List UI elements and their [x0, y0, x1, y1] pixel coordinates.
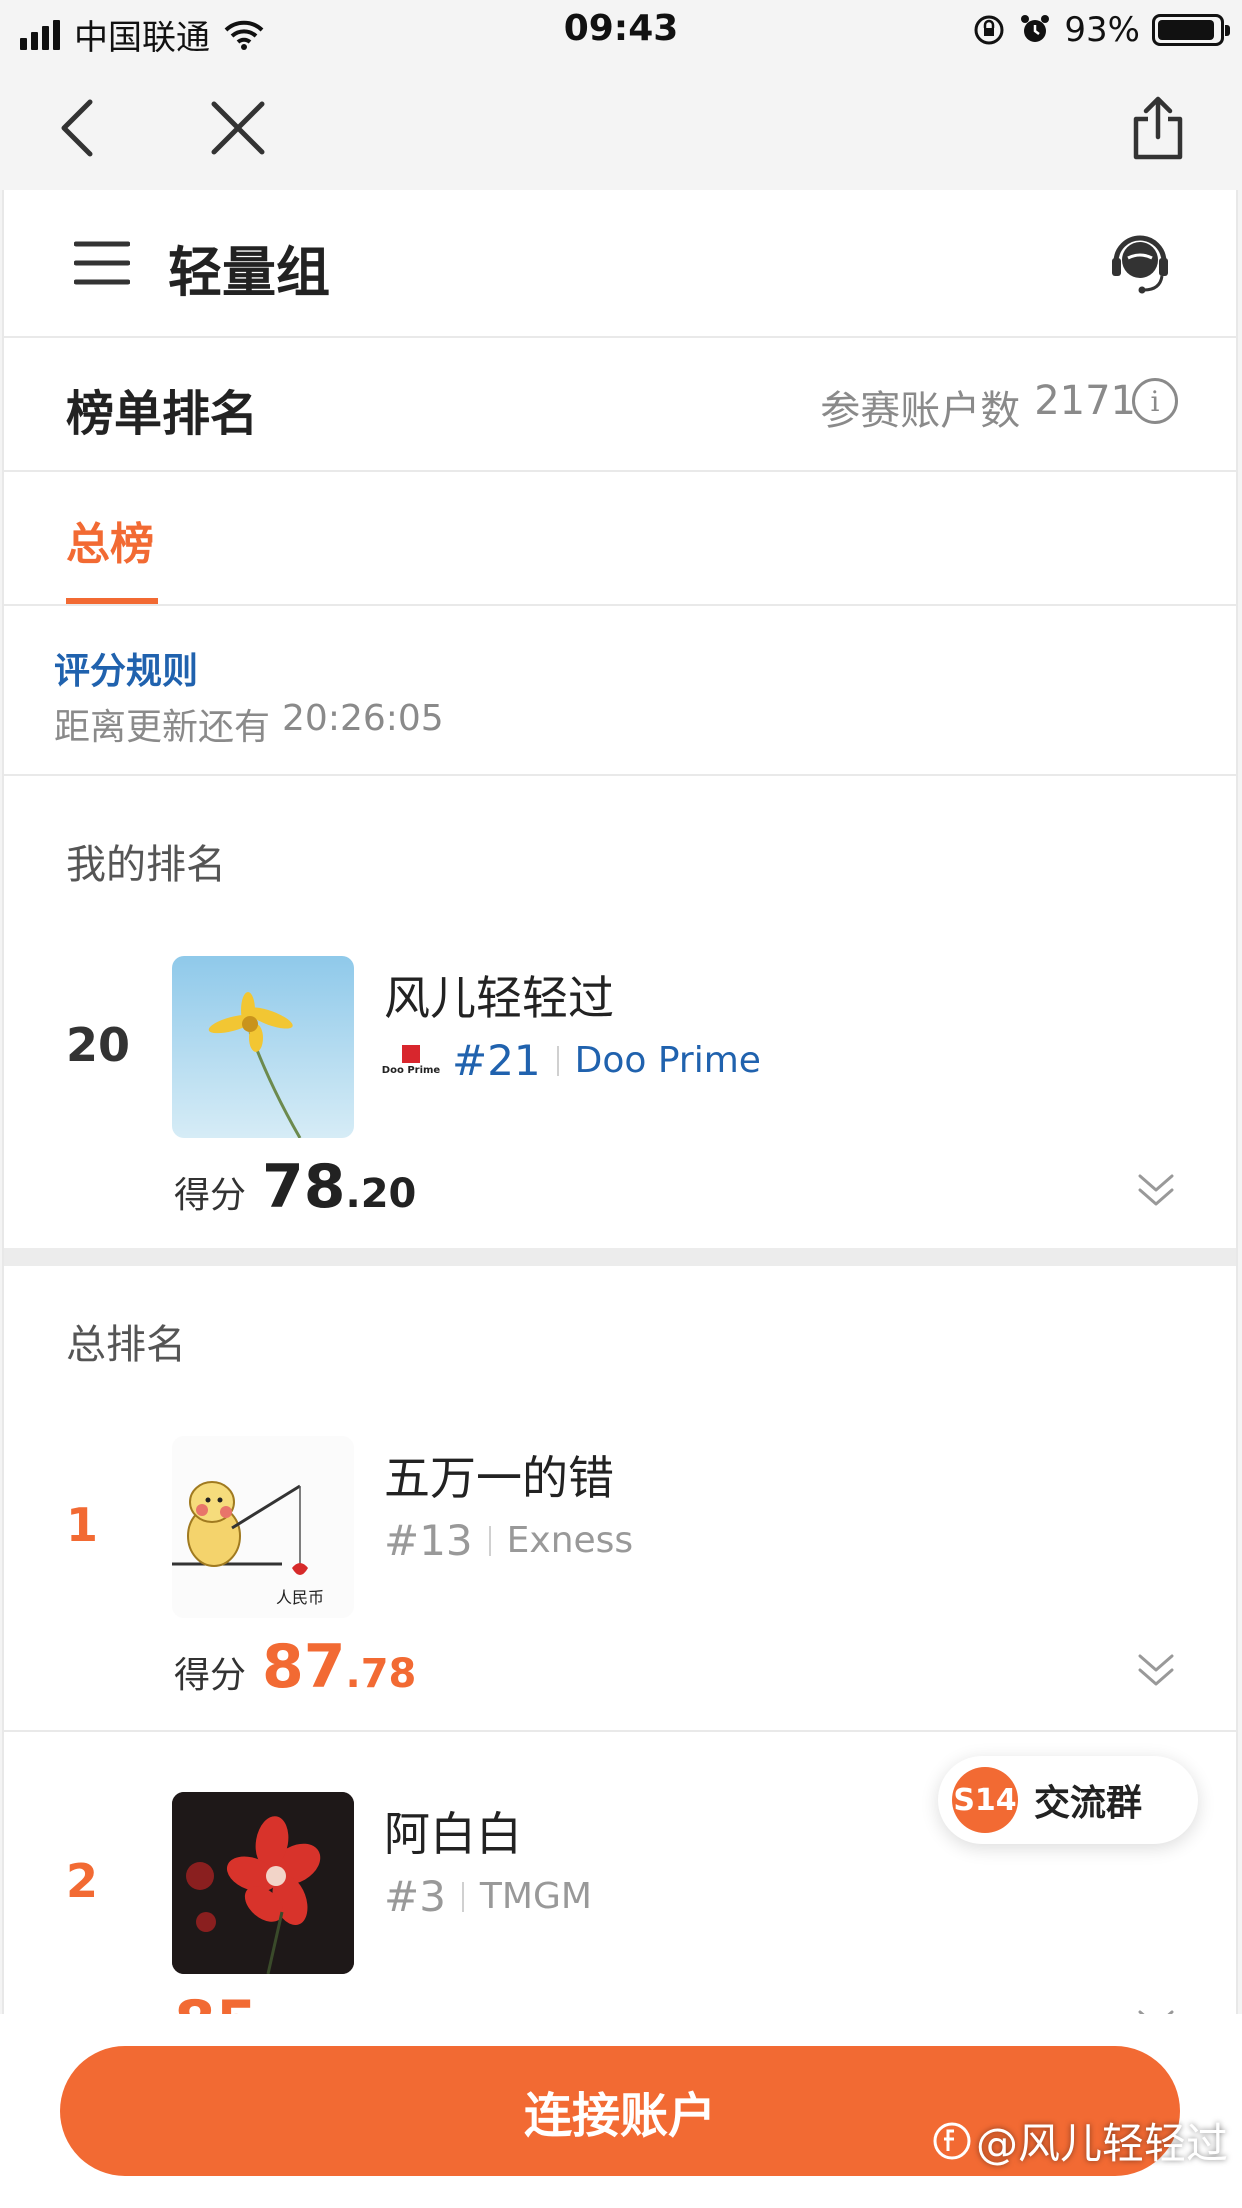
status-bar: 中国联通 09:43 93%: [0, 0, 1242, 64]
score-label: 得分: [174, 1655, 247, 1696]
score-integer: 78: [262, 1152, 346, 1222]
headset-icon[interactable]: [1108, 230, 1172, 296]
battery-percent: 93%: [1064, 10, 1140, 50]
account-rank: #13: [384, 1516, 473, 1565]
watermark-text: @风儿轻轻过: [975, 2119, 1228, 2168]
trader-name: 阿白白: [384, 1807, 522, 1861]
platform-logo-icon: [933, 2122, 971, 2159]
score: 得分 78 .20: [174, 1152, 416, 1222]
trader-meta: #13 Exness: [384, 1516, 633, 1565]
chevron-left-icon: [61, 99, 93, 157]
broker-logo: Doo Prime: [382, 1039, 440, 1083]
section-divider: [4, 1248, 1236, 1266]
menu-icon[interactable]: [74, 238, 130, 288]
account-rank: #21: [452, 1036, 541, 1085]
broker-name: TMGM: [479, 1876, 592, 1917]
ranking-header: 榜单排名 参赛账户数 2171 i: [4, 338, 1236, 472]
update-countdown: 距离更新还有 20:26:05: [54, 698, 444, 750]
my-rank-label: 我的排名: [66, 842, 226, 888]
alarm-icon: [1021, 15, 1050, 42]
participants-label: 参赛账户数: [820, 388, 1021, 434]
rotation-lock-icon: [974, 15, 1004, 45]
browser-nav: [0, 64, 1242, 190]
page-content: 轻量组 榜单排名 参赛账户数 2171 i 总榜 评分规则 距离更新还有 20:…: [2, 190, 1238, 2208]
avatar-caption: 人民币: [276, 1588, 325, 1607]
double-chevron-down-icon[interactable]: [1132, 1646, 1180, 1694]
score: 得分 87 .78: [174, 1632, 416, 1702]
watermark: @风儿轻轻过: [932, 2110, 1228, 2171]
rank-number: 20: [66, 1018, 131, 1072]
app-header: 轻量组: [4, 190, 1236, 338]
countdown-label: 距离更新还有: [54, 707, 271, 748]
trader-meta: #3 TMGM: [384, 1872, 592, 1921]
overall-rank-label: 总排名: [66, 1322, 186, 1368]
participants-count: 参赛账户数 2171: [820, 378, 1136, 436]
score-decimal: .20: [345, 1171, 417, 1217]
broker-name: Exness: [506, 1520, 634, 1561]
battery-icon: [1152, 14, 1230, 46]
tab-active-indicator: [66, 598, 158, 604]
avatar: [172, 956, 354, 1138]
score-decimal: .78: [345, 1651, 417, 1697]
trader-name: 五万一的错: [384, 1451, 614, 1505]
avatar: [172, 1792, 354, 1974]
season-badge: S14: [952, 1767, 1018, 1833]
avatar: 人民币: [172, 1436, 354, 1618]
app-screen: 中国联通 09:43 93% 轻量组 榜单排名 参赛账户数 2171 i 总榜 …: [0, 0, 1242, 2208]
share-button[interactable]: [1116, 86, 1200, 170]
info-icon[interactable]: i: [1132, 378, 1178, 424]
bottom-bar: 连接账户 @风儿轻轻过: [0, 2014, 1242, 2208]
rank-number: 2: [66, 1854, 99, 1908]
scoring-rules-link[interactable]: 评分规则: [54, 642, 198, 694]
close-button[interactable]: [196, 86, 280, 170]
score-label: 得分: [174, 1175, 247, 1216]
account-rank: #3: [384, 1872, 446, 1921]
participants-value: 2171: [1034, 378, 1136, 424]
broker-name[interactable]: Doo Prime: [575, 1040, 761, 1081]
back-button[interactable]: [36, 86, 120, 170]
chat-group-label: 交流群: [1034, 1783, 1143, 1824]
chat-group-button[interactable]: S14 交流群: [938, 1756, 1198, 1844]
rank-number: 1: [66, 1498, 99, 1552]
share-icon: [1133, 96, 1183, 160]
tab-bar: 总榜: [4, 472, 1236, 606]
score-integer: 87: [262, 1632, 346, 1702]
trader-name: 风儿轻轻过: [384, 971, 614, 1025]
countdown-value: 20:26:05: [282, 698, 444, 739]
trader-meta: Doo Prime #21 Doo Prime: [382, 1036, 761, 1085]
close-icon: [211, 101, 265, 155]
app-title: 轻量组: [168, 241, 330, 304]
row-divider: [4, 1730, 1236, 1732]
rules-section: 评分规则 距离更新还有 20:26:05: [4, 606, 1236, 776]
double-chevron-down-icon[interactable]: [1132, 1166, 1180, 1214]
tab-overall[interactable]: 总榜: [66, 508, 154, 572]
ranking-title: 榜单排名: [66, 386, 259, 442]
